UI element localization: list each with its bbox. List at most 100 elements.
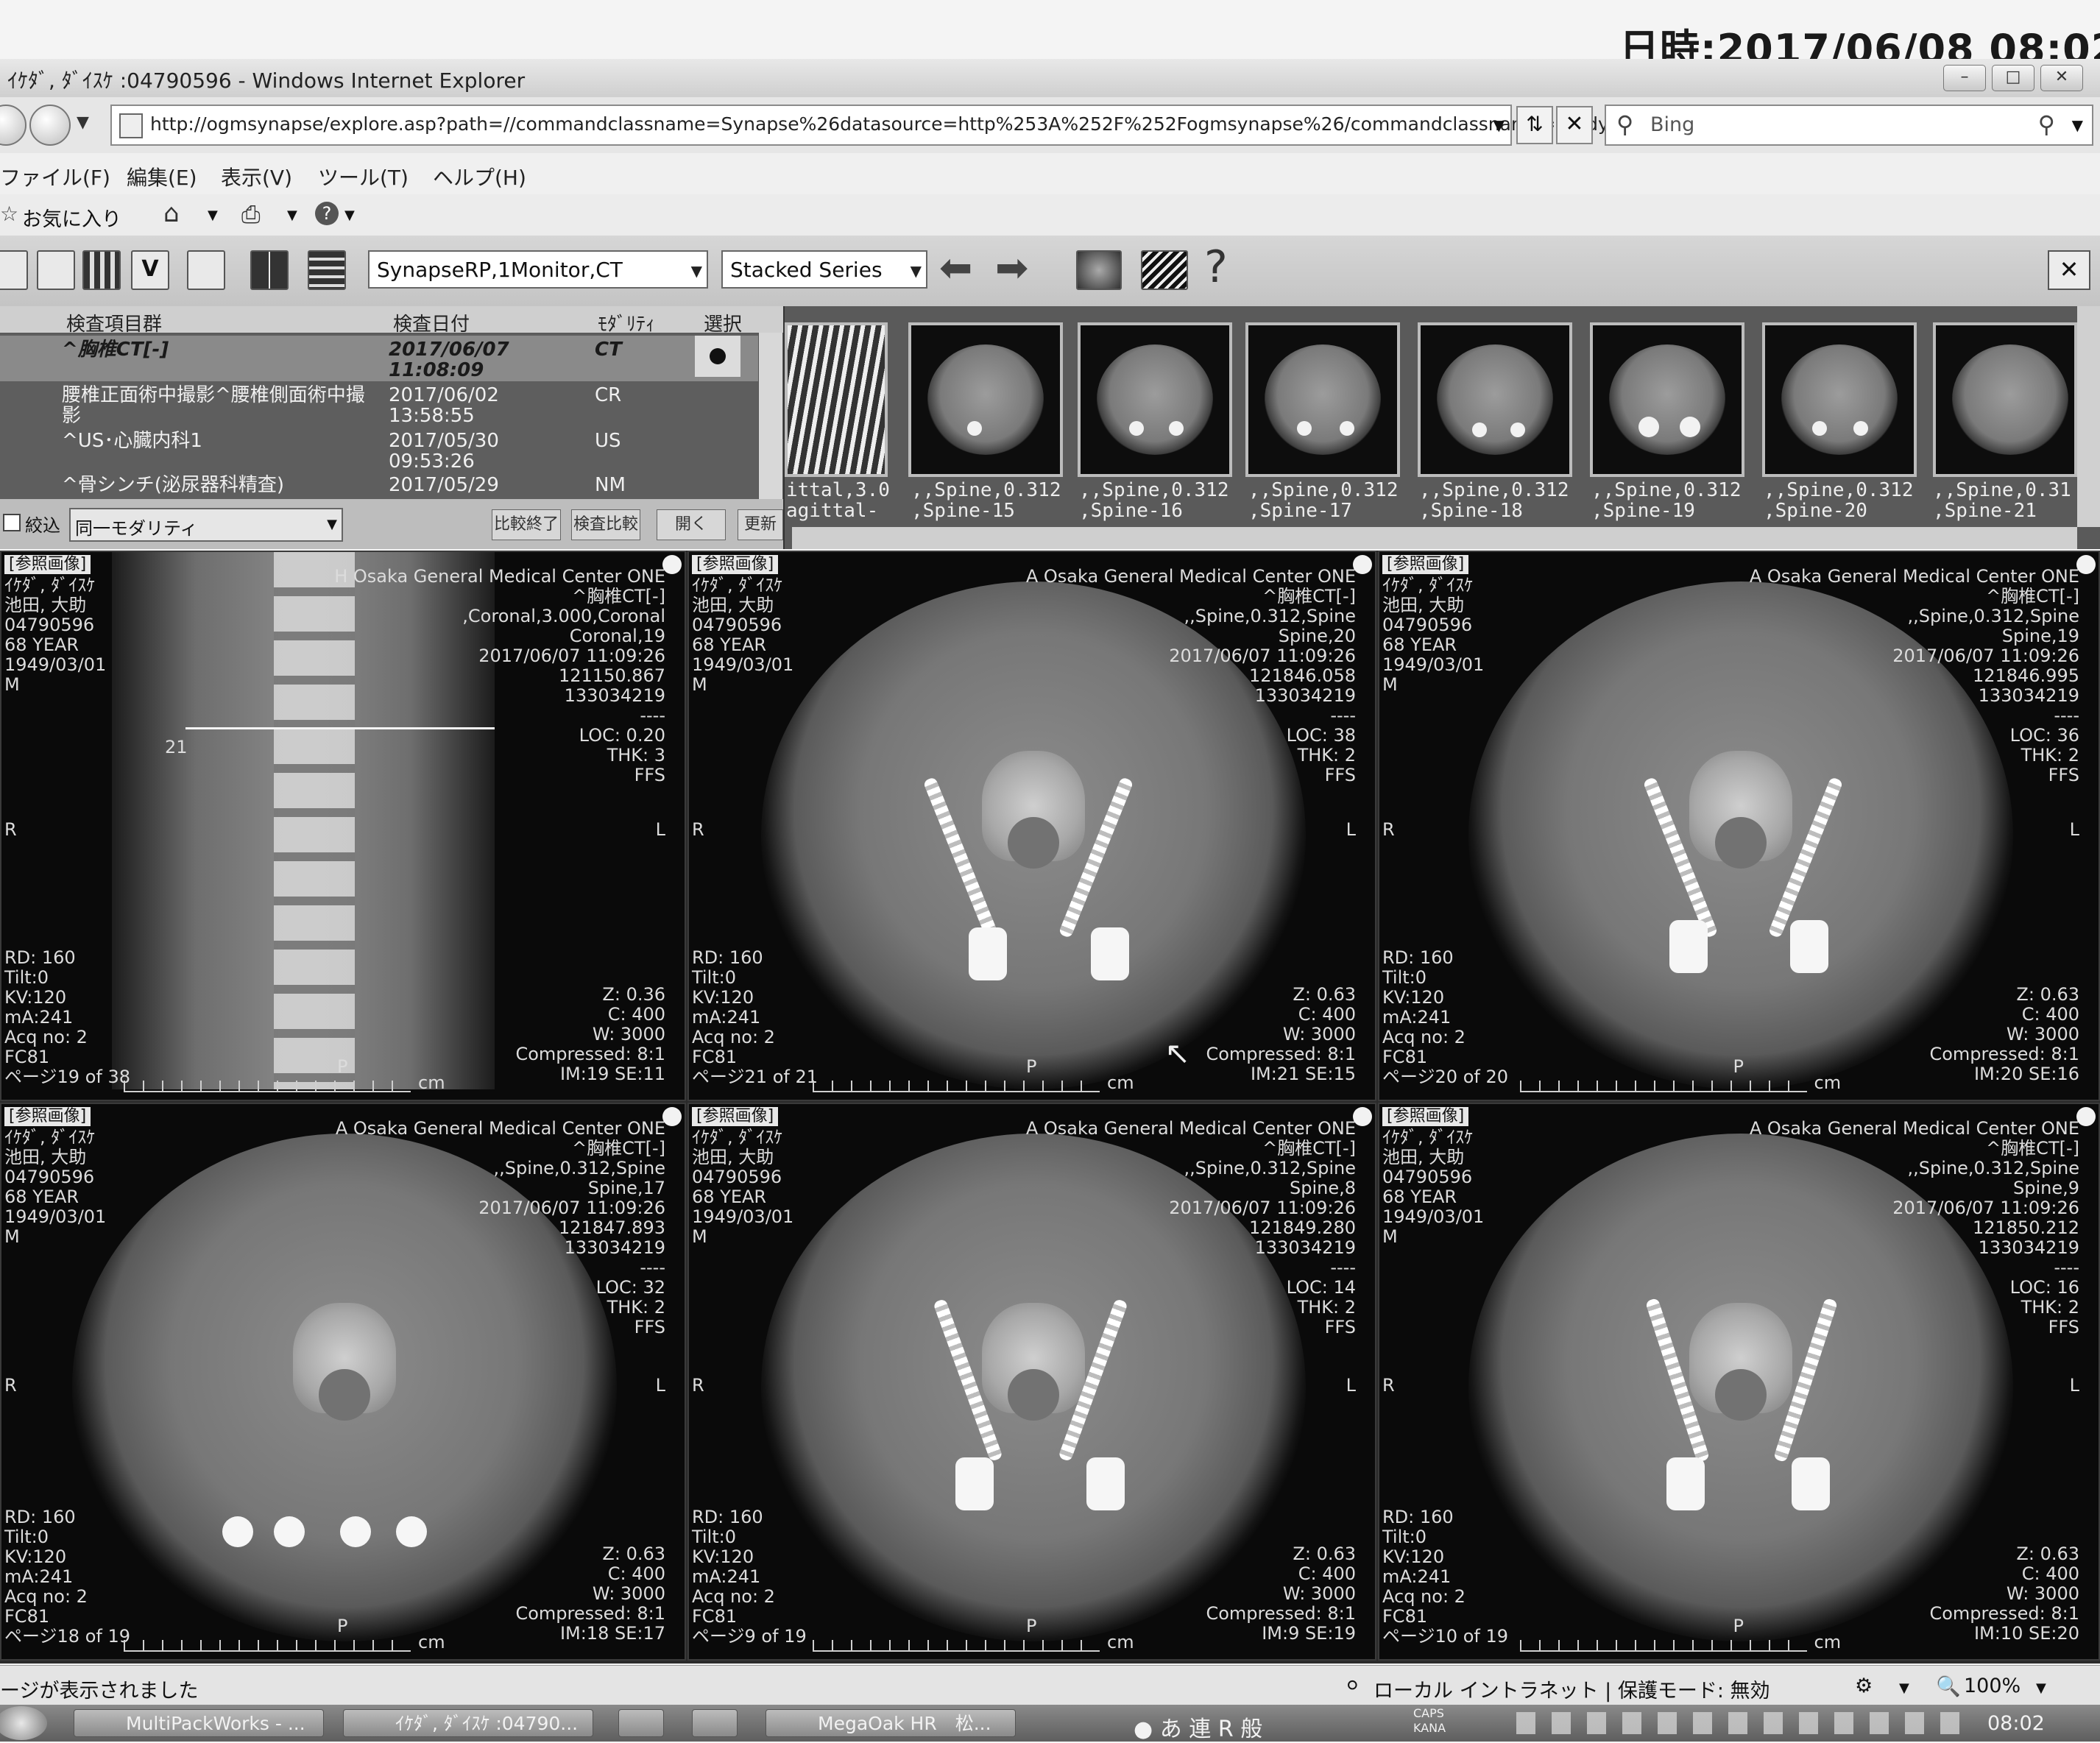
tray-icons[interactable] [1516,1712,1973,1734]
forward-button[interactable] [29,105,71,146]
menu-file[interactable]: ファイル(F) [0,162,110,191]
viewport-menu-button[interactable] [662,1107,682,1126]
ime-dictionary[interactable]: 般 [1240,1717,1262,1742]
minimize-button[interactable]: – [1943,65,1986,91]
series-layout-select[interactable]: Stacked Series ▼ [721,250,927,289]
view-v-icon[interactable]: V [131,250,169,290]
viewport-menu-button[interactable] [2076,1107,2096,1126]
series-thumbnail[interactable] [1933,322,2077,477]
image-viewport[interactable]: [参照画像] ｲｹﾀﾞ, ﾀﾞｲｽｹ 池田, 大助 04790596 68 YEAR 19… [687,1103,1376,1661]
overlay-line: ページ18 of 19 [4,1626,130,1647]
study-list-scrollbar[interactable] [758,333,782,499]
open-button[interactable]: 開く [657,509,726,540]
ime-mode[interactable]: あ [1160,1717,1182,1742]
select-cell[interactable] [695,336,740,377]
compare-end-button[interactable]: 比較終了 [492,509,561,540]
taskbar-item-multipackworks[interactable]: MultiPackWorks - ... [74,1709,324,1737]
stop-icon[interactable]: ✕ [1556,106,1593,144]
compare-studies-button[interactable]: 検査比較 [571,509,640,540]
viewport-menu-button[interactable] [1353,555,1372,574]
copy-icon[interactable] [187,250,225,290]
viewport-menu-button[interactable] [1353,1107,1372,1126]
overlay-line: ^胸椎CT[-] [572,586,665,607]
media-icon[interactable] [692,1709,738,1737]
column-select[interactable]: 選択 [704,309,742,336]
open-folder-icon[interactable] [0,250,28,290]
monitor-layout-select[interactable]: SynapseRP,1Monitor,CT ▼ [368,250,708,289]
chevron-down-icon[interactable]: ▼ [1899,1680,1909,1696]
document-icon[interactable] [37,250,75,290]
table-row[interactable]: ^骨シンチ(泌尿器科精査) 2017/05/29 NM [0,473,758,498]
print-icon[interactable]: ⎙ [241,200,261,229]
table-row[interactable]: ^胸椎CT[-] 2017/06/07 11:08:09 CT [0,336,758,381]
series-thumbnail[interactable] [1590,322,1744,477]
study-info-overlay: A Osaka General Medical Center ONE ^胸椎CT[… [1026,1119,1356,1337]
close-panel-button[interactable]: ✕ [2048,250,2090,290]
taskbar-item-ie[interactable]: ｲｹﾀﾞ, ﾀﾞｲｽｹ :04790... [343,1709,593,1737]
help-icon[interactable]: ? [315,202,339,225]
ime-r[interactable]: R [1218,1717,1234,1742]
image-viewport[interactable]: [参照画像] ｲｹﾀﾞ, ﾀﾞｲｽｹ 池田, 大助 04790596 68 YEAR 19… [0,1103,686,1661]
stack-icon[interactable] [308,250,346,290]
overlay-line: Acq no: 2 [692,1586,775,1607]
menu-view[interactable]: 表示(V) [221,162,292,191]
overlay-line: 1949/03/01 [4,1206,107,1227]
series-thumbnail[interactable] [785,322,888,477]
favorites-button[interactable]: お気に入り [22,203,121,232]
chevron-down-icon[interactable]: ▼ [287,208,297,223]
ime-toolbar[interactable]: ● あ 連 R 般 [1134,1711,1262,1743]
filter-select[interactable]: 同一モダリティ ▼ [69,508,343,542]
ime-conversion[interactable]: 連 [1189,1717,1211,1742]
viewport-menu-button[interactable] [2076,555,2096,574]
chevron-down-icon[interactable]: ▼ [344,208,355,223]
thumbnail-scrollbar-horizontal[interactable] [792,527,2077,549]
column-modality[interactable]: ﾓﾀﾞﾘﾃｨ [598,309,655,336]
table-row[interactable]: ^US･心臓内科1 2017/05/30 09:53:26 US [0,428,758,474]
refresh-icon[interactable]: ⇅ [1516,106,1553,144]
series-thumbnail[interactable] [1078,322,1232,477]
arrow-right-icon[interactable]: ➡ [995,246,1028,290]
table-row[interactable]: 腰椎正面術中撮影^腰椎側面術中撮 影 2017/06/02 13:58:55 C… [0,383,758,428]
menu-edit[interactable]: 編集(E) [127,162,197,191]
film-icon[interactable] [82,250,121,290]
image-viewport[interactable]: [参照画像] ｲｹﾀﾞ, ﾀﾞｲｽｹ 池田, 大助 04790596 68 YEAR 19… [1378,551,2100,1101]
menu-help[interactable]: ヘルプ(H) [433,162,526,191]
image-viewport[interactable]: [参照画像] ｲｹﾀﾞ, ﾀﾞｲｽｹ 池田, 大助 04790596 68 YEAR 19… [687,551,1376,1101]
start-button[interactable] [0,1706,47,1740]
protected-mode-icon[interactable]: ⚙ [1855,1675,1873,1697]
viewport-menu-button[interactable] [662,555,682,574]
image-viewport[interactable]: 21 [参照画像] ｲｹﾀﾞ, ﾀﾞｲｽｹ 池田, 大助 04790596 68 YEAR… [0,551,686,1101]
column-study-date[interactable]: 検査日付 [393,309,470,336]
back-button[interactable] [0,105,26,146]
chevron-down-icon[interactable]: ▼ [2036,1680,2046,1696]
image-viewport[interactable]: [参照画像] ｲｹﾀﾞ, ﾀﾞｲｽｹ 池田, 大助 04790596 68 YEAR 19… [1378,1103,2100,1661]
home-icon[interactable]: ⌂ [163,199,180,228]
search-go-icon[interactable]: ⚲ [2038,110,2055,138]
folder-icon[interactable] [618,1709,664,1737]
series-thumbnail[interactable] [1762,322,1917,477]
series-thumbnail[interactable] [908,322,1063,477]
arrow-left-icon[interactable]: ⬅ [939,246,972,290]
zoom-level[interactable]: 100% [1964,1675,2021,1697]
series-thumbnail[interactable] [1418,322,1572,477]
column-study-name[interactable]: 検査項目群 [66,309,162,336]
cine-icon[interactable] [1076,250,1122,290]
close-window-button[interactable]: ✕ [2040,65,2083,91]
window-level-icon[interactable] [1141,250,1188,290]
chevron-down-icon[interactable]: ▼ [208,208,218,223]
thumbnail-scrollbar-vertical[interactable] [2077,306,2100,527]
help-icon[interactable]: ? [1204,241,1228,293]
chevron-down-icon[interactable]: ▼ [2072,116,2083,134]
filter-checkbox[interactable] [3,514,21,531]
maximize-button[interactable]: □ [1992,65,2034,91]
chevron-down-icon[interactable]: ▼ [77,113,89,132]
refresh-button[interactable]: 更新 [738,509,783,540]
overlay-line: ｲｹﾀﾞ, ﾀﾞｲｽｹ [1382,575,1474,595]
address-bar[interactable]: http://ogmsynapse/explore.asp?path=//com… [110,105,1652,146]
chevron-down-icon[interactable]: ▼ [1493,116,1505,134]
menu-tools[interactable]: ツール(T) [318,162,409,191]
taskbar-item-megaoak[interactable]: MegaOak HR 松... [766,1709,1016,1737]
series-thumbnail[interactable] [1245,322,1400,477]
search-input[interactable]: ⚲ Bing ⚲ ▼ [1605,105,2093,146]
grid-layout-icon[interactable] [250,250,289,290]
